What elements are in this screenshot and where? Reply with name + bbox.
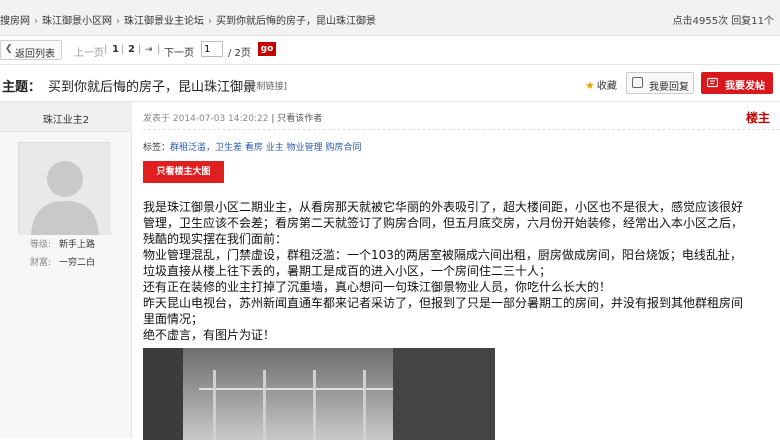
post-line: 昨天昆山电视台，苏州新闻直通车都来记者采访了，但报到了只是一部分暑期工的房间，并… <box>143 296 744 310</box>
photo-bar <box>313 370 316 440</box>
next-page-link[interactable]: 下一页 <box>164 44 194 59</box>
breadcrumb-bar: 搜房网 › 珠江御景小区网 › 珠江御景业主论坛 › 买到你就后悔的房子，昆山珠江御景 点击… <box>0 0 780 36</box>
author-level: 新手上路 <box>59 240 96 250</box>
author-wealth-row: 财富: 一穷二白 <box>30 255 95 268</box>
breadcrumb-item[interactable]: 珠江御景小区网 <box>42 16 112 27</box>
author-sidebar: 珠江业主2 等级: 新手上路 财富: 一穷二白 <box>0 102 132 438</box>
page-2-link[interactable]: 2 <box>128 44 135 55</box>
back-to-list-button[interactable]: ❮ 返回列表 <box>0 40 62 60</box>
prev-page-link[interactable]: 上一页 <box>74 44 104 59</box>
photo-bar <box>213 370 216 440</box>
author-level-row: 等级: 新手上路 <box>30 237 95 250</box>
back-arrow-icon: ❮ <box>5 44 13 54</box>
post-line: 我是珠江御景小区二期业主，从看房那天就被它华丽的外表吸引了，超大楼间距，小区也不… <box>143 200 744 214</box>
clicks-count: 4955 <box>692 16 719 27</box>
separator: | <box>138 44 142 55</box>
only-author-link[interactable]: | 只看该作者 <box>271 114 322 124</box>
tags-label: 标签： <box>143 143 171 153</box>
breadcrumb-separator: › <box>34 16 38 27</box>
go-button[interactable]: go <box>258 42 276 56</box>
avatar[interactable] <box>18 142 111 235</box>
replies-count: 11 <box>751 16 764 27</box>
only-owner-images-button[interactable]: 只看楼主大图 <box>143 161 224 183</box>
post-content: 发表于 2014-07-03 14:20:22 | 只看该作者 楼主 标签：群租… <box>133 102 780 440</box>
post-line: 还有正在装修的业主打掉了沉重墙，真心想问一句珠江御景物业人员，你吃什么长大的！ <box>143 280 612 294</box>
post-line: 绝不虚言，有图片为证！ <box>143 328 276 342</box>
author-wealth: 一穷二白 <box>59 258 96 268</box>
post-photo[interactable] <box>143 348 495 440</box>
floor-label: 楼主 <box>745 111 770 125</box>
back-to-list-label: 返回列表 <box>15 49 55 60</box>
post-meta: 发表于 2014-07-03 14:20:22 | 只看该作者 <box>143 111 322 124</box>
separator: | <box>157 44 161 55</box>
page-title: 买到你就后悔的房子，昆山珠江御景 <box>48 80 257 95</box>
reply-label: 我要回复 <box>649 82 689 93</box>
reply-button[interactable]: 我要回复 <box>626 72 694 94</box>
breadcrumb-item[interactable]: 珠江御景业主论坛 <box>124 16 204 27</box>
page-total: / 2页 <box>228 48 251 59</box>
post-body: 我是珠江御景小区二期业主，从看房那天就被它华丽的外表吸引了，超大楼间距，小区也不… <box>143 199 775 343</box>
copy-link-button[interactable]: [复制链接] <box>244 79 287 92</box>
photo-bar <box>263 370 266 440</box>
breadcrumb-current: 买到你就后悔的房子，昆山珠江御景 <box>216 16 376 27</box>
subject-label: 主题： <box>2 80 42 95</box>
post-line: 里面情况； <box>143 312 204 326</box>
author-name-bar: 珠江业主2 <box>0 102 132 132</box>
wealth-label: 财富: <box>30 258 52 268</box>
photo-window-frame <box>393 348 495 440</box>
photo-bar <box>363 370 366 440</box>
collect-button[interactable]: ★ 收藏 <box>585 77 617 92</box>
clicks-label: 点击 <box>672 16 693 27</box>
default-avatar-icon <box>19 143 111 235</box>
separator: | <box>121 44 125 55</box>
thread-stats: 点击4955次 回复11个 <box>673 12 774 27</box>
level-label: 等级: <box>30 240 52 250</box>
page-1-link[interactable]: 1 <box>112 44 119 55</box>
post-line: 垃圾直接从楼上往下丢的，暑期工是成百的进入小区，一个房间住二三十人； <box>143 264 552 278</box>
clicks-unit: 次 <box>718 16 729 27</box>
collect-label: 收藏 <box>596 81 617 92</box>
new-post-button[interactable]: 我要发帖 <box>701 72 773 94</box>
breadcrumb: 搜房网 › 珠江御景小区网 › 珠江御景业主论坛 › 买到你就后悔的房子，昆山珠江御景 <box>0 12 376 27</box>
reply-icon <box>632 77 643 88</box>
post-line: 物业管理混乱，门禁虚设，群租泛滥：一个103的两居室被隔成六间出租，厨房做成房间… <box>143 248 742 262</box>
photo-shadow <box>143 348 183 440</box>
thread-title-bar: 主题： 买到你就后悔的房子，昆山珠江御景 [复制链接] ★ 收藏 我要回复 我要发… <box>0 64 780 102</box>
author-name[interactable]: 珠江业主2 <box>0 111 132 126</box>
breadcrumb-item[interactable]: 搜房网 <box>0 16 30 27</box>
post-tags: 标签：群租泛滥，卫生差 看房 业主 物业管理 购房合同 <box>143 140 361 153</box>
post-icon <box>707 77 718 88</box>
replies-unit: 个 <box>764 16 774 27</box>
separator: | <box>104 44 108 55</box>
pager-bar: ❮ 返回列表 上一页 | 1 | 2 | ⇥ | 下一页 / 2页 go <box>0 36 780 64</box>
replies-label: 回复 <box>731 16 752 27</box>
post-line: 残酷的现实摆在我们面前： <box>143 232 288 246</box>
breadcrumb-separator: › <box>116 16 120 27</box>
photo-railing <box>199 388 399 390</box>
last-page-icon[interactable]: ⇥ <box>145 45 153 55</box>
page-number-input[interactable] <box>201 41 223 57</box>
tags-list[interactable]: 群租泛滥，卫生差 看房 业主 物业管理 购房合同 <box>170 143 361 153</box>
post-line: 管理，卫生应该不会差；看房第二天就签订了购房合同，但五月底交房，六月份开始装修，… <box>143 216 744 230</box>
divider <box>143 129 780 130</box>
breadcrumb-separator: › <box>208 16 212 27</box>
post-timestamp: 发表于 2014-07-03 14:20:22 <box>143 114 269 124</box>
new-post-label: 我要发帖 <box>725 81 765 92</box>
star-icon: ★ <box>585 79 595 92</box>
